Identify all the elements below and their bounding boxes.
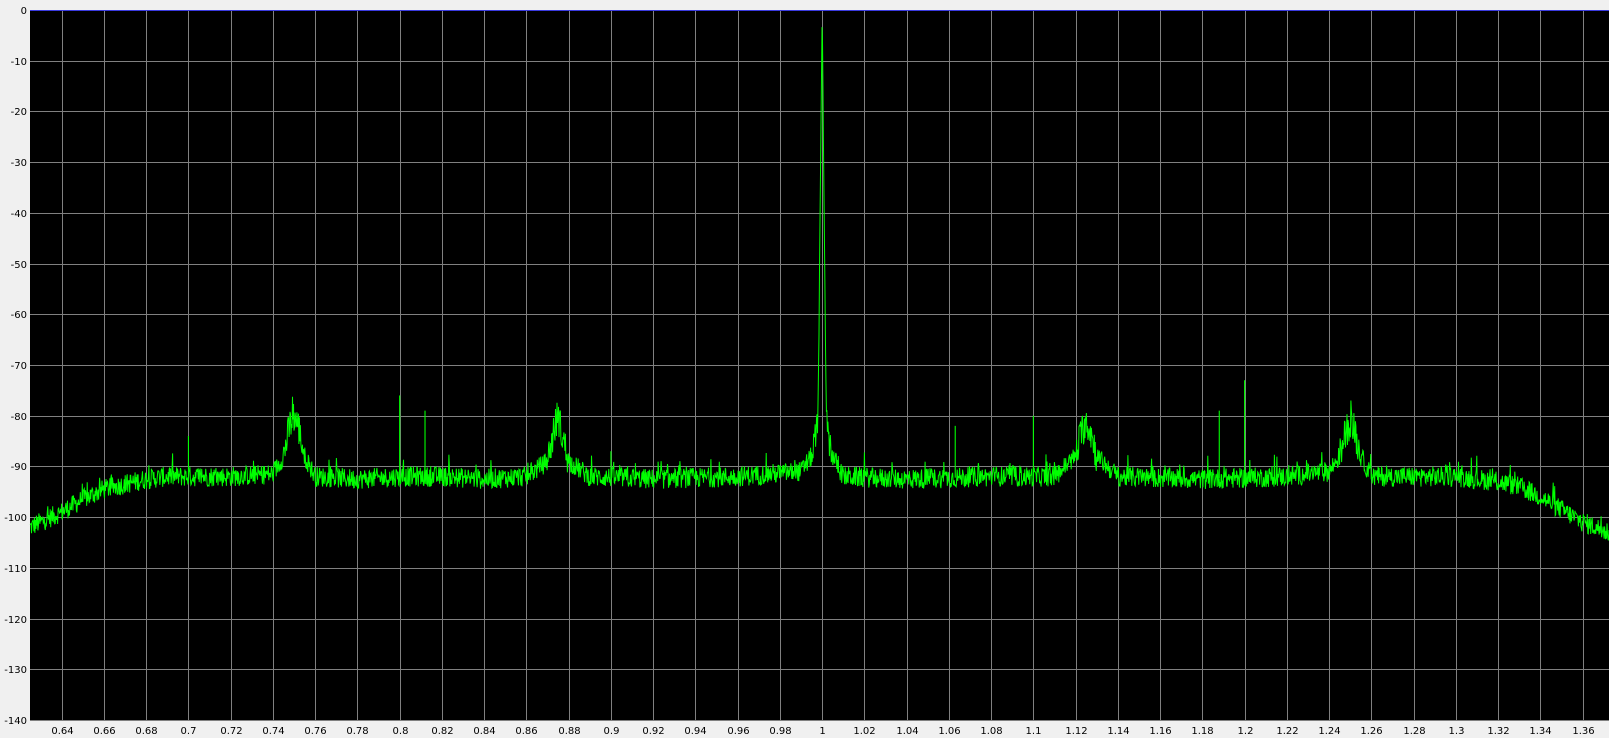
x-tick-label: 1 (819, 726, 825, 737)
x-tick-label: 0.96 (727, 726, 749, 737)
x-tick-label: 0.7 (181, 726, 197, 737)
y-tick-label: -100 (4, 513, 27, 524)
x-tick-label: 1.26 (1360, 726, 1382, 737)
x-tick-label: 0.68 (135, 726, 157, 737)
y-tick-label: -130 (4, 665, 27, 676)
x-tick-label: 0.72 (220, 726, 242, 737)
x-tick-label: 1.12 (1065, 726, 1087, 737)
x-tick-label: 0.98 (769, 726, 791, 737)
x-tick-label: 1.14 (1107, 726, 1129, 737)
y-tick-label: -10 (11, 57, 27, 68)
x-tick-label: 1.36 (1572, 726, 1594, 737)
x-tick-label: 1.24 (1318, 726, 1340, 737)
x-tick-label: 0.82 (431, 726, 453, 737)
x-tick-label: 0.76 (304, 726, 326, 737)
x-tick-label: 0.92 (642, 726, 664, 737)
x-tick-label: 1.08 (980, 726, 1002, 737)
x-tick-label: 1.22 (1276, 726, 1298, 737)
x-tick-label: 1.3 (1449, 726, 1465, 737)
x-tick-label: 0.86 (515, 726, 537, 737)
x-tick-label: 1.06 (938, 726, 960, 737)
x-tick-label: 1.02 (853, 726, 875, 737)
x-tick-label: 0.66 (93, 726, 115, 737)
y-tick-label: 0 (21, 6, 27, 17)
x-tick-label: 1.28 (1403, 726, 1425, 737)
y-tick-label: -50 (11, 260, 27, 271)
x-tick-label: 1.04 (896, 726, 918, 737)
x-tick-label: 0.64 (51, 726, 73, 737)
x-tick-label: 0.9 (604, 726, 620, 737)
y-tick-label: -110 (4, 564, 27, 575)
x-tick-label: 1.32 (1487, 726, 1509, 737)
x-tick-label: 0.78 (346, 726, 368, 737)
x-tick-label: 0.88 (558, 726, 580, 737)
x-tick-label: 1.18 (1191, 726, 1213, 737)
y-tick-label: -120 (4, 615, 27, 626)
y-tick-label: -40 (11, 209, 27, 220)
y-tick-label: -90 (11, 462, 27, 473)
x-tick-label: 1.1 (1026, 726, 1042, 737)
y-tick-label: -20 (11, 107, 27, 118)
spectrum-chart: 0 -10 -20 -30 -40 -50 -60 -70 -80 -90 -100 -110 -120… (0, 0, 1609, 738)
x-tick-label: 1.2 (1238, 726, 1254, 737)
y-tick-label: -80 (11, 412, 27, 423)
y-tick-label: -140 (4, 716, 27, 727)
x-tick-label: 0.84 (473, 726, 495, 737)
y-tick-label: -60 (11, 310, 27, 321)
x-tick-label: 0.94 (684, 726, 706, 737)
x-tick-label: 1.34 (1529, 726, 1551, 737)
x-axis-tick-labels: 0.64 0.66 0.68 0.7 0.72 0.74 0.76 0.78 0.8 0.82 0.… (51, 726, 1594, 737)
x-tick-label: 0.8 (393, 726, 409, 737)
x-tick-label: 1.16 (1149, 726, 1171, 737)
y-tick-label: -70 (11, 361, 27, 372)
y-tick-label: -30 (11, 158, 27, 169)
x-tick-label: 0.74 (262, 726, 284, 737)
